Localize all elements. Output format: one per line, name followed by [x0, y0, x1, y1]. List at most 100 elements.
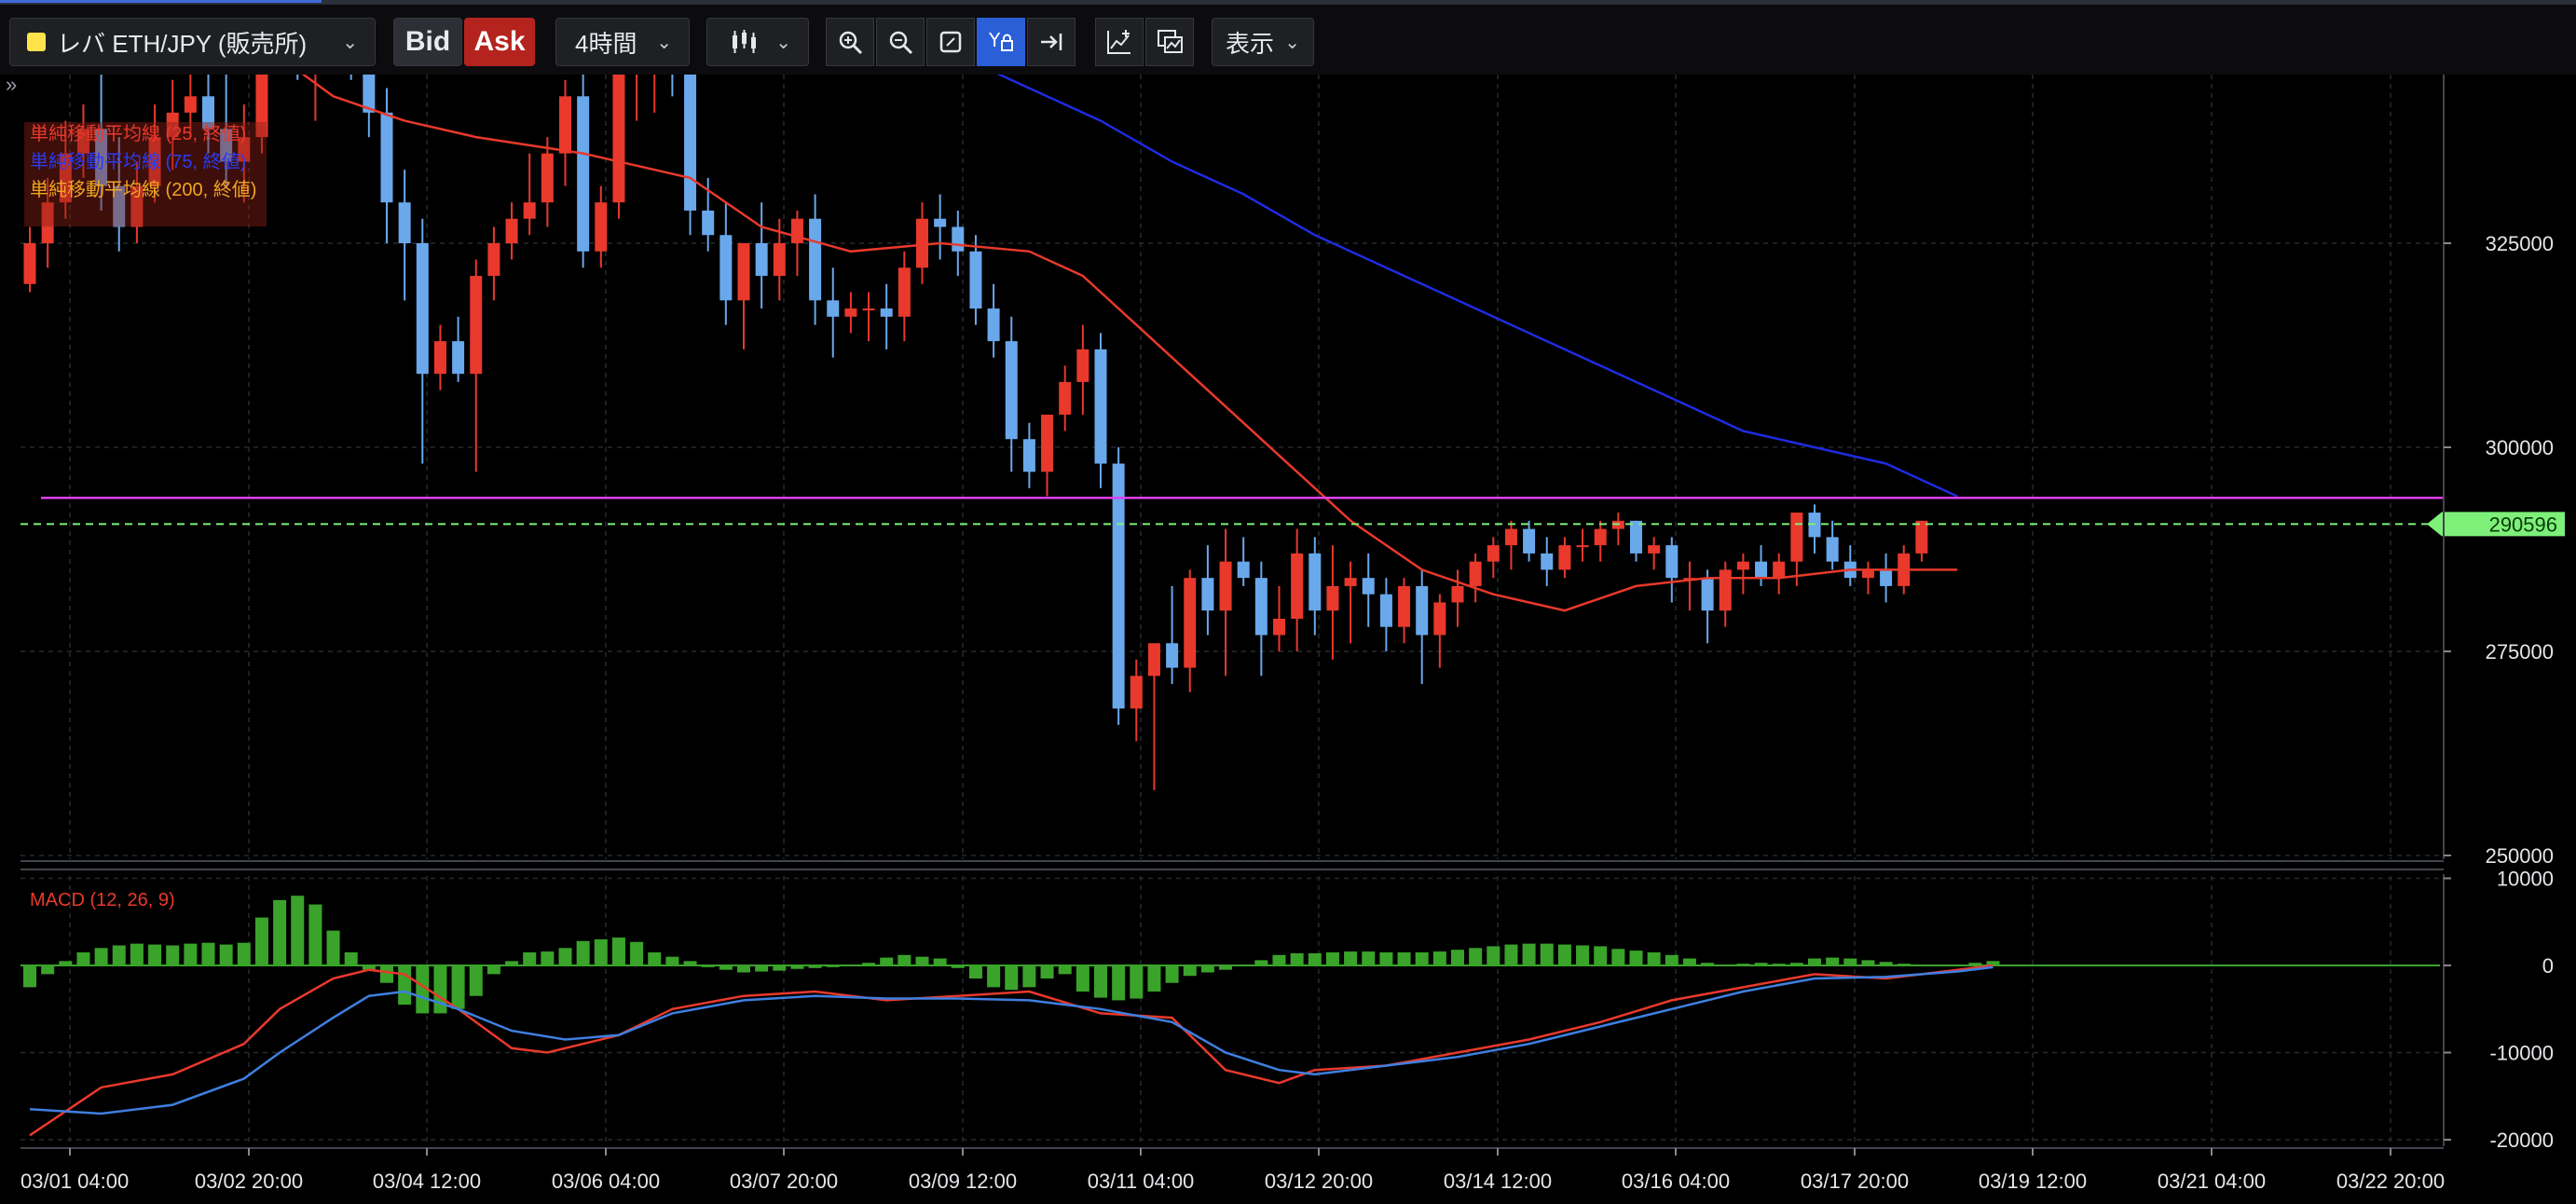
candle-body — [1504, 528, 1517, 546]
price-tick-label: 325000 — [2486, 232, 2554, 255]
legend-sma200: 単純移動平均線 (200, 終値) — [30, 179, 256, 200]
macd-histogram — [21, 896, 2440, 1014]
candle-body — [1701, 578, 1714, 611]
candle-body — [773, 243, 786, 277]
macd-histogram-bar — [505, 961, 519, 965]
candle-body — [433, 341, 446, 375]
time-tick-label: 03/14 12:00 — [1444, 1170, 1552, 1193]
candle-body — [827, 300, 840, 317]
macd-histogram-bar — [1629, 951, 1643, 965]
macd-histogram-bar — [1808, 958, 1821, 965]
scroll-to-end-icon[interactable] — [1027, 18, 1076, 66]
macd-histogram-bar — [1362, 951, 1376, 965]
macd-histogram-bar — [826, 965, 840, 967]
fit-icon[interactable] — [926, 18, 975, 66]
y-axis-auto-icon[interactable]: Y — [977, 18, 1025, 66]
candles-clip-group — [23, 75, 1928, 790]
candle-body — [595, 202, 608, 252]
candle-body — [844, 308, 857, 317]
zoom-in-icon[interactable] — [826, 18, 874, 66]
macd-histogram-bar — [1432, 951, 1446, 965]
macd-histogram-bar — [112, 945, 126, 965]
macd-histogram-bar — [719, 965, 733, 970]
time-tick-label: 03/06 04:00 — [552, 1170, 660, 1193]
macd-histogram-bar — [1879, 962, 1893, 965]
macd-histogram-bar — [1968, 963, 1982, 965]
candle-body — [541, 153, 554, 203]
macd-histogram-bar — [862, 963, 876, 965]
macd-histogram-bar — [594, 938, 608, 965]
macd-histogram-bar — [23, 965, 36, 988]
chart-type-selector[interactable]: ⌄ — [706, 18, 809, 66]
candle-body — [1630, 520, 1642, 554]
timeframe-label: 4時間 — [575, 29, 637, 58]
candle-body — [1541, 553, 1554, 570]
macd-histogram-bar — [1379, 951, 1393, 965]
display-menu-button[interactable]: 表示 ⌄ — [1212, 18, 1314, 66]
candle-body — [1861, 569, 1874, 579]
candle-body — [1523, 528, 1536, 554]
macd-histogram-bar — [1701, 963, 1715, 965]
candle-body — [969, 251, 982, 309]
macd-histogram-bar — [1594, 946, 1608, 965]
macd-histogram-bar — [1130, 965, 1144, 999]
macd-histogram-bar — [1040, 965, 1054, 979]
macd-histogram-bar — [1415, 951, 1429, 965]
candle-body — [1112, 463, 1125, 709]
macd-histogram-bar — [1522, 943, 1536, 965]
candle-body — [1379, 594, 1392, 627]
macd-histogram-bar — [184, 943, 198, 965]
macd-histogram-bar — [648, 951, 662, 965]
candle-body — [1076, 349, 1089, 382]
macd-histogram-bar — [1183, 965, 1197, 977]
timeframe-selector[interactable]: 4時間 ⌄ — [555, 18, 690, 66]
macd-histogram-bar — [148, 944, 162, 965]
symbol-selector[interactable]: レバ ETH/JPY (販売所) ⌄ — [9, 18, 376, 66]
macd-histogram-bar — [701, 965, 715, 967]
candle-body — [577, 96, 590, 252]
price-tick-label: 250000 — [2486, 844, 2554, 868]
candle-body — [1826, 537, 1839, 562]
candle-body — [1433, 602, 1446, 636]
current-price-label: 290596 — [2489, 513, 2557, 536]
macd-histogram-bar — [451, 965, 465, 1009]
chevron-down-icon: ⌄ — [775, 32, 791, 53]
candle-body — [1309, 553, 1322, 611]
macd-histogram-bar — [469, 965, 483, 996]
macd-histogram-bar — [1451, 950, 1464, 965]
candle-body — [897, 267, 911, 317]
candle-body — [1648, 545, 1661, 554]
macd-histogram-bar — [1005, 965, 1019, 991]
collapse-panel-icon[interactable]: » — [6, 75, 17, 96]
candle-body — [916, 218, 928, 268]
zoom-out-icon[interactable] — [876, 18, 925, 66]
time-tick-label: 03/21 04:00 — [2158, 1170, 2266, 1193]
chevron-down-icon: ⌄ — [656, 32, 672, 53]
macd-histogram-bar — [76, 951, 90, 965]
macd-histogram-bar — [1272, 954, 1286, 965]
macd-histogram-bar — [273, 899, 287, 965]
macd-histogram-bar — [1094, 965, 1107, 998]
candle-body — [1790, 513, 1803, 562]
candle-body — [1291, 553, 1304, 619]
macd-histogram-bar — [665, 956, 679, 965]
macd-histogram-bar — [398, 965, 412, 1006]
macd-histogram-bar — [380, 965, 393, 983]
macd-histogram-bar — [1647, 951, 1661, 965]
candle-body — [702, 210, 715, 236]
time-tick-label: 03/02 20:00 — [195, 1170, 303, 1193]
macd-histogram-bar — [523, 951, 537, 965]
macd-histogram-bar — [1504, 944, 1518, 965]
chart-toolbar: レバ ETH/JPY (販売所) ⌄ Bid Ask 4時間 ⌄ ⌄ Y 表示 … — [0, 0, 2576, 75]
macd-histogram-bar — [1469, 948, 1483, 965]
candle-body — [487, 243, 500, 277]
bid-button[interactable]: Bid — [393, 18, 462, 66]
compare-icon[interactable] — [1145, 18, 1194, 66]
macd-histogram-bar — [59, 961, 73, 965]
chart-area[interactable]: 290596 325000 300000 275000 25000010000 0 -10… — [0, 75, 2576, 1204]
candle-body — [1022, 439, 1035, 472]
add-indicator-icon[interactable] — [1095, 18, 1144, 66]
ask-button[interactable]: Ask — [464, 18, 535, 66]
candlesticks — [23, 75, 1928, 790]
candle-body — [1665, 545, 1679, 579]
